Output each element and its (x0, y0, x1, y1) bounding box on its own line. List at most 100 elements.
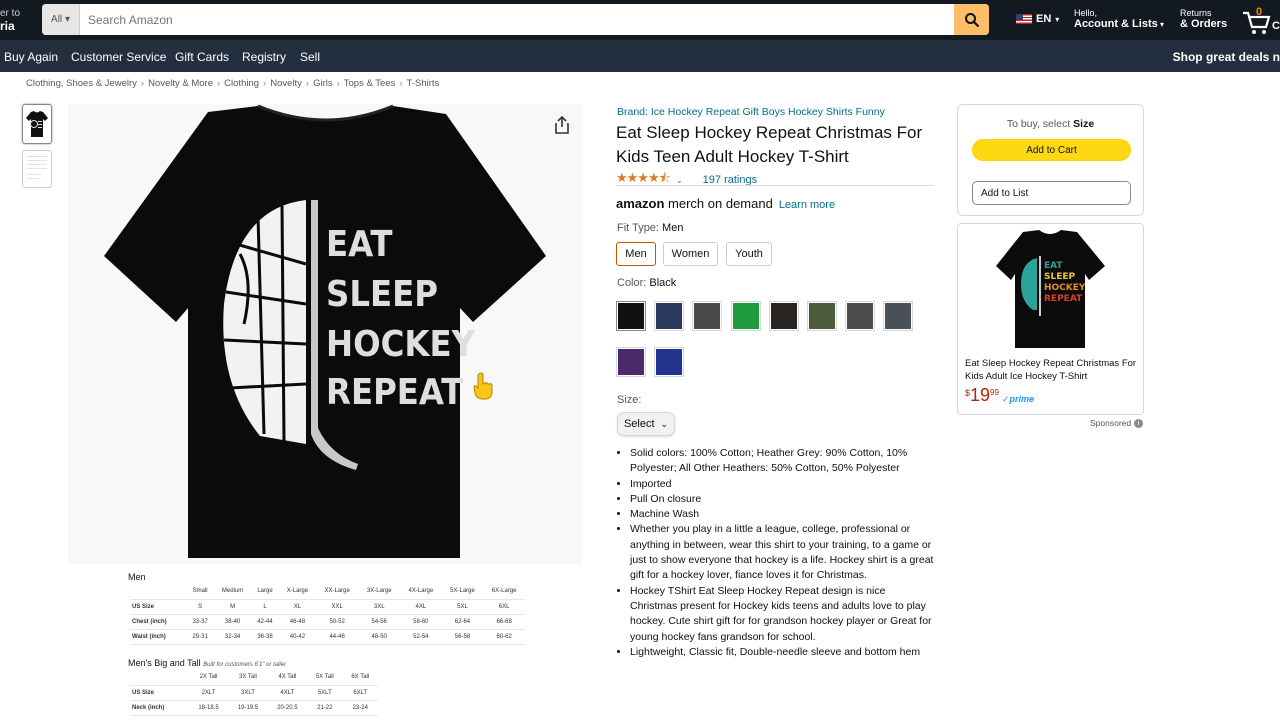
nav-registry[interactable]: Registry (242, 50, 286, 64)
tall-chart-cell: 23-24 (342, 700, 378, 716)
tall-chart-cell (130, 670, 189, 686)
chevron-right-icon: › (263, 78, 267, 89)
size-chart-cell: 50-52 (315, 614, 359, 630)
product-main-image[interactable]: EAT SLEEP HOCKEY REPEAT (68, 104, 582, 564)
chevron-right-icon: › (336, 78, 340, 89)
color-swatch-fill (656, 303, 683, 329)
star-rating-icon[interactable]: ★★★★⯪ (616, 169, 671, 191)
language-selector[interactable]: EN ▾ (1016, 13, 1059, 25)
size-chart-row: Chest (inch) 33-37 38-40 42-44 46-48 50-… (130, 614, 525, 630)
size-chart-cell: 29-31 (186, 629, 215, 645)
image-thumbnail-1[interactable] (22, 104, 52, 144)
size-chart-cell: 3XL (358, 599, 401, 615)
breadcrumb-item[interactable]: Novelty & More (148, 78, 213, 89)
prime-badge-icon: ✓prime (1001, 394, 1035, 404)
sponsored-product-price: $ 19 99 ✓prime (965, 385, 1034, 405)
search-icon (964, 12, 979, 27)
fit-option-youth[interactable]: Youth (726, 242, 772, 266)
sponsored-product-image[interactable]: EAT SLEEP HOCKEY REPEAT (993, 228, 1108, 350)
tall-chart-cell: 5XLT (307, 685, 343, 701)
ad-shirt-text-3: HOCKEY (1044, 283, 1086, 293)
merch-on-demand-row: amazon merch on demand Learn more (616, 196, 835, 211)
size-chart-cell: XX-Large (315, 584, 359, 600)
color-swatch[interactable] (883, 301, 914, 331)
tall-chart-title: Men's Big and Tall Built for customers 6… (128, 658, 286, 668)
learn-more-link[interactable]: Learn more (779, 199, 835, 211)
account-label: Account & Lists (1074, 18, 1158, 30)
size-chart-cell: 48-50 (358, 629, 401, 645)
breadcrumb-item[interactable]: Tops & Tees (344, 78, 396, 89)
rating-row: ★★★★⯪ ⌄ 197 ratings (616, 169, 757, 191)
color-swatch[interactable] (654, 347, 685, 377)
tall-chart-row: US Size 2XLT 3XLT 4XLT 5XLT 6XLT (130, 685, 378, 701)
tall-chart-cell: 4X Tall (267, 670, 308, 686)
language-label: EN (1036, 13, 1052, 25)
brand-link[interactable]: Brand: Ice Hockey Repeat Gift Boys Hocke… (617, 106, 885, 118)
sponsored-label[interactable]: Sponsored i (1090, 418, 1144, 428)
deliver-to[interactable]: er to ria (0, 8, 20, 34)
add-to-cart-button[interactable]: Add to Cart (972, 139, 1131, 161)
tall-chart-table: 2X Tall 3X Tall 4X Tall 5X Tall 6X Tall … (130, 670, 378, 716)
color-swatch[interactable] (692, 301, 723, 331)
size-chart-cell: 4XL (400, 599, 442, 615)
nav-customer-service[interactable]: Customer Service (71, 50, 166, 64)
search-department-dropdown[interactable]: All ▾ (42, 4, 80, 35)
merch-logo: amazon merch on demand (616, 196, 773, 211)
color-swatch[interactable] (730, 301, 761, 331)
sponsored-product-card[interactable]: EAT SLEEP HOCKEY REPEAT Eat Sleep Hockey… (957, 223, 1144, 415)
breadcrumb-item[interactable]: Clothing, Shoes & Jewelry (26, 78, 137, 89)
nav-gift-cards[interactable]: Gift Cards (175, 50, 229, 64)
breadcrumb-item[interactable]: Novelty (270, 78, 302, 89)
color-swatch[interactable] (654, 301, 685, 331)
color-swatch[interactable] (768, 301, 799, 331)
size-chart-cell: 44-46 (315, 629, 359, 645)
returns-orders[interactable]: Returns & Orders (1180, 8, 1227, 30)
search-input[interactable] (80, 4, 954, 35)
chevron-right-icon: › (305, 78, 310, 89)
color-swatch[interactable] (845, 301, 876, 331)
color-swatch[interactable] (616, 347, 646, 377)
chevron-down-icon[interactable]: ⌄ (676, 176, 683, 185)
fit-type-label: Fit Type: Men (617, 222, 683, 234)
sponsored-product-title[interactable]: Eat Sleep Hockey Repeat Christmas For Ki… (965, 357, 1140, 383)
size-label: Size: (617, 394, 642, 406)
share-icon[interactable] (554, 116, 570, 134)
color-swatch[interactable] (616, 301, 646, 331)
product-title: Eat Sleep Hockey Repeat Christmas For Ki… (616, 123, 923, 166)
search-button[interactable] (954, 4, 989, 35)
tall-chart-cell: 3XLT (228, 685, 268, 701)
size-chart-cell: S (186, 599, 215, 615)
size-chart-header-row: Small Medium Large X-Large XX-Large 3X-L… (130, 584, 525, 600)
account-lists[interactable]: Hello, Account & Lists ▾ (1074, 8, 1164, 30)
size-chart-cell: Waist (inch) (130, 629, 187, 645)
fit-option-women[interactable]: Women (663, 242, 718, 266)
color-label: Color: Black (617, 277, 676, 289)
breadcrumb-item[interactable]: T-Shirts (407, 78, 440, 89)
breadcrumb-item[interactable]: Girls (313, 78, 333, 89)
size-select-dropdown[interactable]: Select ⌄ (617, 412, 675, 436)
breadcrumb-item[interactable]: Clothing (224, 78, 259, 89)
nav-sell[interactable]: Sell (300, 50, 320, 64)
feature-bullet: Solid colors: 100% Cotton; Heather Grey:… (630, 446, 934, 477)
tall-chart-cell: Neck (inch) (130, 700, 189, 716)
color-swatch[interactable] (807, 301, 837, 331)
secondary-nav: Buy Again Customer Service Gift Cards Re… (0, 40, 1280, 72)
price-fraction: 99 (990, 388, 999, 397)
size-chart-cell: 56-58 (441, 629, 484, 645)
size-chart-cell: XL (279, 599, 316, 615)
nav-promo[interactable]: Shop great deals n (1173, 50, 1280, 64)
merch-logo-amazon: amazon (616, 196, 665, 211)
chevron-down-icon: ⌄ (660, 418, 669, 429)
image-thumbnail-2[interactable] (22, 150, 52, 188)
feature-bullet: Machine Wash (630, 507, 934, 522)
chevron-right-icon: › (140, 78, 145, 89)
fit-option-men[interactable]: Men (616, 242, 656, 266)
size-chart-cell: 52-54 (400, 629, 442, 645)
cart-button[interactable]: 0 C (1242, 6, 1280, 34)
nav-buy-again[interactable]: Buy Again (4, 50, 58, 64)
tall-chart-cell: 6X Tall (342, 670, 378, 686)
color-swatch-fill (618, 349, 644, 375)
add-to-list-button[interactable]: Add to List (972, 181, 1131, 205)
feature-bullets: Solid colors: 100% Cotton; Heather Grey:… (616, 446, 934, 660)
tall-chart-cell: 19-19.5 (228, 700, 268, 716)
